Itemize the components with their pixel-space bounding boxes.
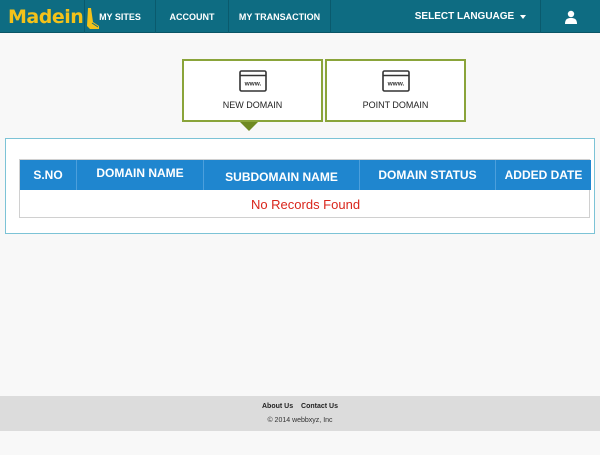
svg-text:www.: www.	[386, 81, 404, 88]
footer-link-about-us[interactable]: About Us	[262, 403, 293, 410]
tab-point-domain[interactable]: www. POINT DOMAIN	[325, 59, 466, 122]
tab-label: POINT DOMAIN	[362, 100, 429, 110]
nav-my-sites[interactable]: MY SITES	[84, 0, 155, 33]
logo-text: Madein	[8, 6, 84, 28]
domain-table: S.NO DOMAIN NAME SUBDOMAIN NAME DOMAIN S…	[19, 159, 591, 218]
nav-my-transaction[interactable]: MY TRANSACTION	[228, 0, 331, 33]
top-nav-bar: Madein MY SITES ACCOUNT MY TRANSACTION S…	[0, 0, 600, 33]
active-tab-pointer	[240, 122, 258, 131]
www-browser-icon: www.	[381, 70, 410, 92]
column-header-sno[interactable]: S.NO	[20, 160, 77, 190]
language-label: SELECT LANGUAGE	[414, 11, 515, 22]
copyright-text: © 2014 webbxyz, Inc	[267, 417, 333, 424]
www-browser-icon: www.	[238, 70, 267, 92]
tab-label: NEW DOMAIN	[222, 100, 283, 110]
table-header: S.NO DOMAIN NAME SUBDOMAIN NAME DOMAIN S…	[20, 160, 591, 190]
caret-down-icon	[520, 15, 527, 19]
user-menu-button[interactable]	[540, 0, 600, 33]
domain-list-panel: S.NO DOMAIN NAME SUBDOMAIN NAME DOMAIN S…	[5, 138, 595, 234]
column-header-domain-name[interactable]: DOMAIN NAME	[77, 160, 204, 190]
footer: About Us Contact Us © 2014 webbxyz, Inc	[0, 396, 600, 431]
column-header-added-date[interactable]: ADDED DATE	[496, 160, 591, 190]
column-header-subdomain-name[interactable]: SUBDOMAIN NAME	[204, 160, 360, 190]
footer-links: About Us Contact Us	[0, 403, 600, 410]
footer-link-contact-us[interactable]: Contact Us	[301, 403, 338, 410]
svg-text:www.: www.	[243, 81, 261, 88]
user-icon	[564, 10, 577, 24]
empty-state-message: No Records Found	[250, 196, 361, 212]
language-selector[interactable]: SELECT LANGUAGE	[404, 0, 537, 33]
column-header-domain-status[interactable]: DOMAIN STATUS	[360, 160, 496, 190]
tab-new-domain[interactable]: www. NEW DOMAIN	[182, 59, 323, 122]
nav-account[interactable]: ACCOUNT	[155, 0, 228, 33]
